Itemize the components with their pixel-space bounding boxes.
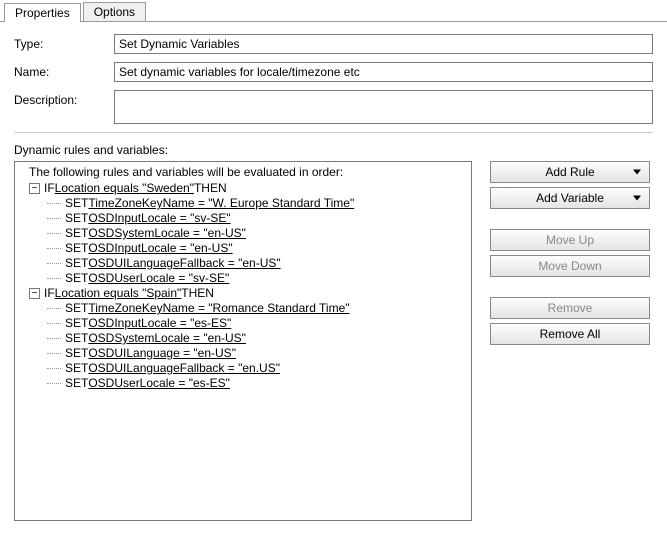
- tab-bar: Properties Options: [0, 0, 667, 22]
- tree-intro: The following rules and variables will b…: [17, 164, 467, 181]
- tree-set-node[interactable]: SET OSDSystemLocale = "en-US": [17, 331, 467, 346]
- set-expression: OSDSystemLocale = "en-US": [88, 226, 246, 241]
- chevron-down-icon: [633, 170, 641, 175]
- set-expression: OSDUserLocale = "es-ES": [88, 376, 230, 391]
- set-keyword: SET: [65, 271, 88, 286]
- name-field[interactable]: [114, 62, 653, 82]
- set-expression: TimeZoneKeyName = "W. Europe Standard Ti…: [88, 196, 354, 211]
- set-keyword: SET: [65, 241, 88, 256]
- chevron-down-icon: [633, 196, 641, 201]
- tree-rule-node[interactable]: −IF Location equals "Sweden" THEN: [17, 181, 467, 196]
- tab-properties[interactable]: Properties: [4, 3, 81, 22]
- if-keyword: IF: [44, 181, 55, 196]
- tree-connector: [47, 323, 61, 324]
- set-expression: OSDInputLocale = "sv-SE": [88, 211, 230, 226]
- description-label: Description:: [14, 90, 114, 107]
- rules-section-label: Dynamic rules and variables:: [14, 143, 653, 157]
- rules-tree[interactable]: The following rules and variables will b…: [14, 161, 472, 521]
- name-label: Name:: [14, 62, 114, 79]
- tree-set-node[interactable]: SET OSDUserLocale = "es-ES": [17, 376, 467, 391]
- tree-set-node[interactable]: SET OSDUILanguageFallback = "en.US": [17, 361, 467, 376]
- set-expression: OSDUILanguageFallback = "en-US": [88, 256, 280, 271]
- if-keyword: IF: [44, 286, 55, 301]
- move-up-button[interactable]: Move Up: [490, 229, 650, 251]
- set-expression: OSDSystemLocale = "en-US": [88, 331, 246, 346]
- tree-connector: [47, 203, 61, 204]
- set-keyword: SET: [65, 211, 88, 226]
- add-variable-button[interactable]: Add Variable: [490, 187, 650, 209]
- set-keyword: SET: [65, 256, 88, 271]
- set-expression: OSDUserLocale = "sv-SE": [88, 271, 229, 286]
- add-rule-button[interactable]: Add Rule: [490, 161, 650, 183]
- type-label: Type:: [14, 34, 114, 51]
- set-keyword: SET: [65, 376, 88, 391]
- condition-text: Location equals "Spain": [55, 286, 182, 301]
- set-keyword: SET: [65, 346, 88, 361]
- then-keyword: THEN: [181, 286, 214, 301]
- remove-button[interactable]: Remove: [490, 297, 650, 319]
- minus-icon[interactable]: −: [29, 288, 40, 299]
- divider: [14, 132, 653, 133]
- tree-connector: [47, 353, 61, 354]
- add-variable-label: Add Variable: [536, 191, 604, 205]
- type-field[interactable]: [114, 34, 653, 54]
- tree-connector: [47, 248, 61, 249]
- tree-connector: [47, 263, 61, 264]
- button-column: Add Rule Add Variable Move Up Move Down …: [490, 161, 650, 521]
- condition-text: Location equals "Sweden": [55, 181, 194, 196]
- set-keyword: SET: [65, 361, 88, 376]
- set-expression: OSDInputLocale = "en-US": [88, 241, 232, 256]
- add-rule-label: Add Rule: [545, 165, 594, 179]
- move-down-button[interactable]: Move Down: [490, 255, 650, 277]
- set-expression: OSDInputLocale = "es-ES": [88, 316, 231, 331]
- then-keyword: THEN: [194, 181, 227, 196]
- tree-set-node[interactable]: SET OSDUserLocale = "sv-SE": [17, 271, 467, 286]
- tree-connector: [47, 368, 61, 369]
- set-keyword: SET: [65, 301, 88, 316]
- minus-icon[interactable]: −: [29, 183, 40, 194]
- tab-options[interactable]: Options: [83, 2, 146, 21]
- set-expression: OSDUILanguageFallback = "en.US": [88, 361, 280, 376]
- tree-set-node[interactable]: SET OSDInputLocale = "en-US": [17, 241, 467, 256]
- tree-connector: [47, 383, 61, 384]
- tree-set-node[interactable]: SET OSDInputLocale = "sv-SE": [17, 211, 467, 226]
- tree-rule-node[interactable]: −IF Location equals "Spain" THEN: [17, 286, 467, 301]
- set-keyword: SET: [65, 316, 88, 331]
- set-keyword: SET: [65, 331, 88, 346]
- tree-connector: [47, 308, 61, 309]
- set-expression: TimeZoneKeyName = "Romance Standard Time…: [88, 301, 349, 316]
- tree-set-node[interactable]: SET TimeZoneKeyName = "Romance Standard …: [17, 301, 467, 316]
- tree-connector: [47, 278, 61, 279]
- set-expression: OSDUILanguage = "en-US": [88, 346, 236, 361]
- tree-set-node[interactable]: SET OSDUILanguageFallback = "en-US": [17, 256, 467, 271]
- tree-connector: [47, 338, 61, 339]
- set-keyword: SET: [65, 226, 88, 241]
- description-field[interactable]: [114, 90, 653, 124]
- tree-connector: [47, 233, 61, 234]
- tree-connector: [47, 218, 61, 219]
- set-keyword: SET: [65, 196, 88, 211]
- tree-set-node[interactable]: SET TimeZoneKeyName = "W. Europe Standar…: [17, 196, 467, 211]
- tree-set-node[interactable]: SET OSDUILanguage = "en-US": [17, 346, 467, 361]
- properties-panel: Type: Name: Description: Dynamic rules a…: [0, 22, 667, 533]
- remove-all-button[interactable]: Remove All: [490, 323, 650, 345]
- tree-set-node[interactable]: SET OSDSystemLocale = "en-US": [17, 226, 467, 241]
- tree-set-node[interactable]: SET OSDInputLocale = "es-ES": [17, 316, 467, 331]
